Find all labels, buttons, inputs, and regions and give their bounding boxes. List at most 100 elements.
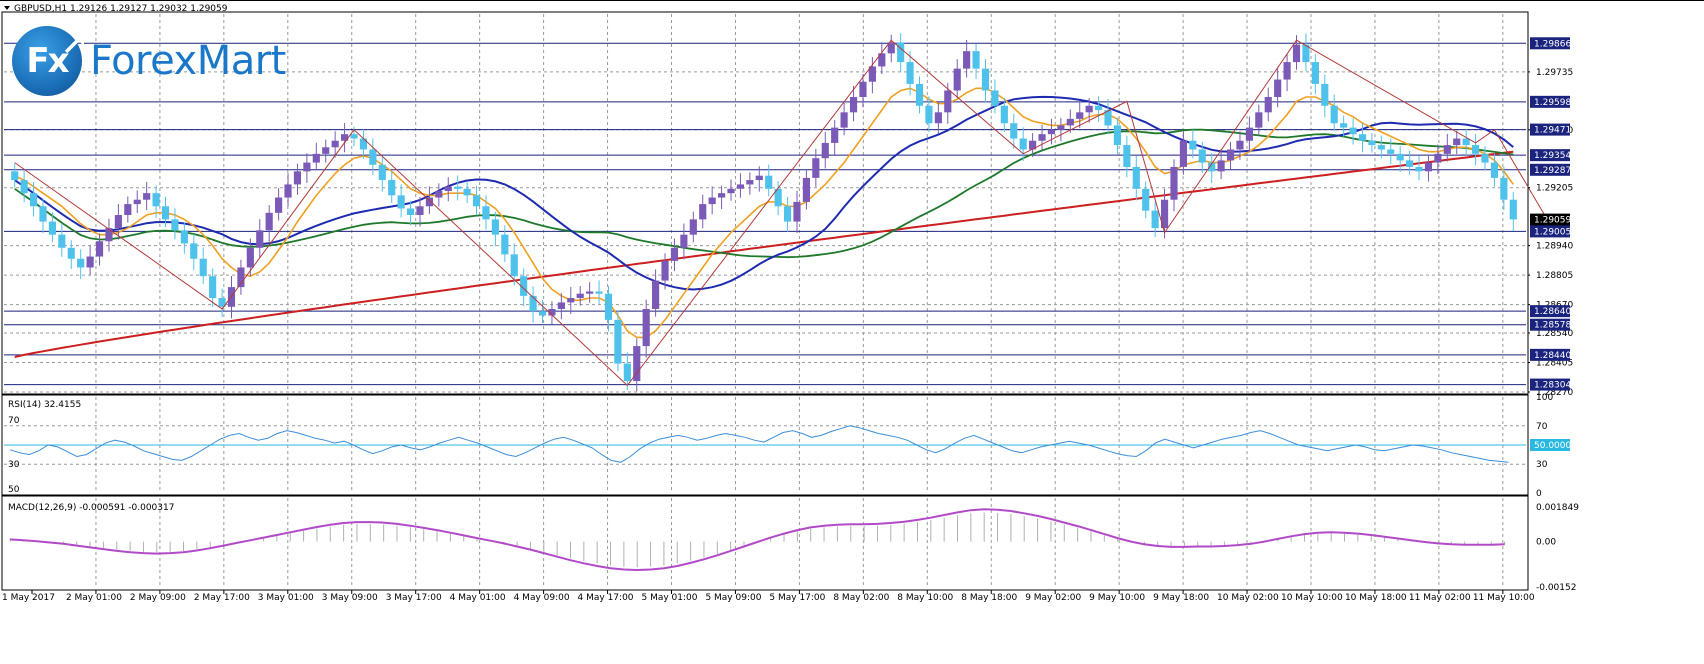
candle[interactable] [388,170,396,203]
candle[interactable] [746,172,754,195]
candle[interactable] [359,129,368,159]
candle[interactable] [463,181,471,203]
candle[interactable] [77,249,85,280]
candle[interactable] [1255,104,1263,136]
candle[interactable] [1509,192,1517,231]
candle[interactable] [849,85,858,122]
candle[interactable] [171,208,179,240]
candle[interactable] [237,259,245,295]
candle[interactable] [1179,131,1187,175]
candle[interactable] [1189,129,1197,159]
candle[interactable] [953,59,961,99]
candle[interactable] [1113,117,1122,155]
dropdown-triangle-icon[interactable] [4,6,10,10]
candle[interactable] [322,139,330,163]
candle[interactable] [520,268,528,307]
candle[interactable] [397,184,405,218]
candle[interactable] [341,123,349,153]
candle[interactable] [1264,87,1272,122]
candle[interactable] [1406,150,1414,175]
candle[interactable] [878,42,886,75]
candle[interactable] [143,182,151,210]
candle[interactable] [981,59,990,103]
candle[interactable] [58,223,66,257]
candle[interactable] [642,299,650,358]
candle[interactable] [435,183,443,207]
candle[interactable] [331,131,339,158]
candle[interactable] [897,33,905,73]
candle[interactable] [708,186,716,215]
candle[interactable] [218,288,226,318]
candle[interactable] [1424,154,1433,182]
candle[interactable] [454,175,462,201]
candle[interactable] [812,148,820,187]
candle[interactable] [284,173,292,207]
candle[interactable] [586,282,594,303]
candle[interactable] [444,177,452,202]
candle[interactable] [29,182,38,217]
candle[interactable] [1368,133,1376,153]
candle[interactable] [652,269,660,317]
candle[interactable] [199,247,207,284]
candle[interactable] [1462,129,1470,156]
candle[interactable] [934,101,942,134]
candle[interactable] [972,43,980,79]
candle[interactable] [831,119,839,155]
candle[interactable] [133,190,141,214]
candle[interactable] [256,219,264,259]
candle[interactable] [1415,155,1423,181]
candle[interactable] [1349,118,1357,145]
candle[interactable] [529,286,537,323]
candle[interactable] [1132,155,1140,201]
candle[interactable] [1019,127,1027,162]
candle[interactable] [821,131,829,169]
candle[interactable] [840,102,848,136]
candle[interactable] [1396,146,1404,172]
candle[interactable] [180,222,188,254]
candle[interactable] [472,185,481,216]
candle[interactable] [689,211,697,243]
candle[interactable] [501,225,509,262]
candle[interactable] [915,76,924,114]
candle[interactable] [1283,54,1291,92]
chart-window[interactable]: GBPUSD,H1 1.29126 1.29127 1.29032 1.2905… [0,0,1704,664]
candle[interactable] [1453,130,1461,155]
candle[interactable] [887,34,895,63]
candle[interactable] [209,268,217,308]
candle[interactable] [727,179,735,201]
candle[interactable] [633,338,641,392]
candle[interactable] [190,234,198,271]
candle[interactable] [718,185,726,210]
candle[interactable] [312,142,320,171]
candle[interactable] [303,153,311,183]
candle[interactable] [1472,133,1480,166]
candle[interactable] [736,173,745,198]
candle[interactable] [105,218,113,252]
candle[interactable] [1311,54,1319,95]
candle[interactable] [576,286,584,306]
candle[interactable] [699,194,707,229]
candle[interactable] [275,188,283,221]
candle[interactable] [595,280,603,304]
candle[interactable] [1123,135,1131,178]
candle[interactable] [1142,181,1150,219]
candle[interactable] [567,286,575,314]
candle[interactable] [1057,117,1065,142]
candle[interactable] [1226,141,1235,170]
candle[interactable] [1321,74,1329,118]
candle[interactable] [227,275,236,319]
candle[interactable] [1104,98,1112,134]
candle[interactable] [1443,133,1451,162]
candle[interactable] [1170,159,1178,212]
candle[interactable] [1330,94,1338,131]
candle[interactable] [783,196,792,232]
candle[interactable] [124,196,132,223]
candle[interactable] [1095,96,1103,122]
candle[interactable] [39,198,47,234]
candle[interactable] [868,57,876,94]
candle[interactable] [1387,138,1395,165]
candle[interactable] [67,240,75,269]
candle[interactable] [293,163,302,195]
candle[interactable] [1500,166,1508,210]
candle[interactable] [491,211,499,247]
